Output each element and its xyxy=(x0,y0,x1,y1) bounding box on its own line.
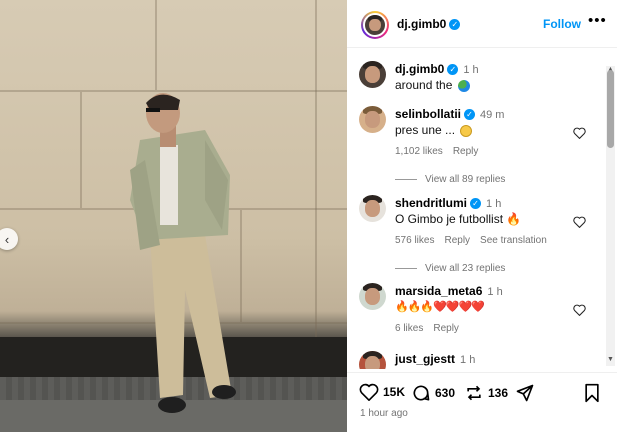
heart-icon xyxy=(573,127,586,140)
comment-item: shendritlumi ✓ 1 h O Gimbo je futbollist 🔥… xyxy=(347,191,609,291)
comment-time: 1 h xyxy=(460,354,476,366)
smiley-emoji-icon xyxy=(460,124,473,137)
scrollbar-thumb[interactable] xyxy=(607,70,614,148)
verified-badge-icon: ✓ xyxy=(447,64,459,76)
avatar[interactable] xyxy=(359,61,386,88)
repost-button[interactable]: 136 xyxy=(464,383,508,403)
avatar[interactable] xyxy=(359,351,386,369)
comment-likes[interactable]: 6 likes xyxy=(395,323,423,334)
verified-badge-icon: ✓ xyxy=(470,198,482,210)
post-photo: ‹ xyxy=(0,0,347,432)
comment-text: 🔥🔥🔥❤️❤️❤️❤️ xyxy=(395,301,485,313)
comments-count: 630 xyxy=(435,386,456,400)
avatar xyxy=(363,13,387,37)
caption: dj.gimb0 ✓ 1 h around the xyxy=(347,57,609,93)
comment-button[interactable]: 630 xyxy=(411,383,455,403)
share-icon xyxy=(516,384,534,402)
comment-like-button[interactable] xyxy=(573,127,586,142)
more-options-button[interactable]: ••• xyxy=(588,12,607,29)
heart-icon xyxy=(573,304,586,317)
comment-username[interactable]: shendritlumi xyxy=(395,196,467,210)
reply-button[interactable]: Reply xyxy=(433,323,459,334)
save-button[interactable] xyxy=(583,383,605,403)
comment-meta: 6 likes Reply xyxy=(395,323,469,334)
comment-likes[interactable]: 1,102 likes xyxy=(395,146,443,157)
comments-scrollbar[interactable]: ▲ ▼ xyxy=(606,66,615,366)
avatar[interactable] xyxy=(359,106,386,133)
follow-button[interactable]: Follow xyxy=(543,17,581,31)
likes-count: 15K xyxy=(383,385,406,399)
chevron-left-icon: ‹ xyxy=(4,231,10,247)
post-header: dj.gimb0 ✓ Follow ••• xyxy=(347,0,617,48)
verified-badge-icon: ✓ xyxy=(464,109,476,121)
view-replies-button[interactable]: View all 23 replies xyxy=(395,263,505,274)
verified-badge-icon: ✓ xyxy=(449,19,461,31)
comment-time: 49 m xyxy=(480,109,505,121)
comment-item: selinbollatii ✓ 49 m pres une ... 1,102 li… xyxy=(347,102,609,202)
reposts-count: 136 xyxy=(488,386,509,400)
comment-text: O Gimbo je futbollist 🔥 xyxy=(395,212,522,226)
heart-icon xyxy=(573,216,586,229)
posted-time: 1 hour ago xyxy=(360,408,408,419)
scroll-down-arrow-icon[interactable]: ▼ xyxy=(606,356,615,366)
reply-button[interactable]: Reply xyxy=(453,146,479,157)
fire-emoji-icon: 🔥 xyxy=(506,212,522,226)
comment-time: 1 h xyxy=(486,198,502,210)
globe-emoji-icon xyxy=(457,79,470,92)
comment-meta: 576 likes Reply See translation xyxy=(395,235,557,246)
heart-icon xyxy=(359,383,379,401)
author-username[interactable]: dj.gimb0 ✓ xyxy=(397,17,461,31)
reply-button[interactable]: Reply xyxy=(444,235,470,246)
repost-icon xyxy=(467,385,481,401)
comment-icon xyxy=(413,385,430,401)
caption-time: 1 h xyxy=(463,64,479,76)
caption-username[interactable]: dj.gimb0 xyxy=(395,62,444,76)
comment-like-button[interactable] xyxy=(573,304,586,319)
author-avatar-ring[interactable] xyxy=(361,11,389,39)
see-translation-button[interactable]: See translation xyxy=(480,235,547,246)
comment-meta: 1,102 likes Reply xyxy=(395,146,488,157)
comment-like-button[interactable] xyxy=(573,216,586,231)
avatar[interactable] xyxy=(359,283,386,310)
view-replies-button[interactable]: View all 89 replies xyxy=(395,174,505,185)
comments-list: dj.gimb0 ✓ 1 h around the selinbollatii ✓ 49… xyxy=(347,49,609,369)
comment-time: 1 h xyxy=(487,286,503,298)
avatar[interactable] xyxy=(359,195,386,222)
caption-text: around the xyxy=(395,78,470,92)
person-figure xyxy=(130,93,236,413)
share-button[interactable] xyxy=(515,383,539,403)
action-bar: 15K 630 136 1 hour ago xyxy=(347,372,617,432)
comment-username[interactable]: marsida_meta6 xyxy=(395,284,482,298)
like-button[interactable]: 15K xyxy=(359,383,405,401)
comment-text: pres une ... xyxy=(395,123,473,137)
comment-item: marsida_meta6 1 h 🔥🔥🔥❤️❤️❤️❤️ 6 likes Repl… xyxy=(347,279,609,339)
bookmark-icon xyxy=(585,383,599,403)
comment-item: just_gjestt 1 h xyxy=(347,347,609,369)
post-panel: dj.gimb0 ✓ Follow ••• dj.gimb0 ✓ 1 h around… xyxy=(347,0,626,432)
comment-username[interactable]: just_gjestt xyxy=(395,352,455,366)
comment-likes[interactable]: 576 likes xyxy=(395,235,434,246)
comment-username[interactable]: selinbollatii xyxy=(395,107,461,121)
